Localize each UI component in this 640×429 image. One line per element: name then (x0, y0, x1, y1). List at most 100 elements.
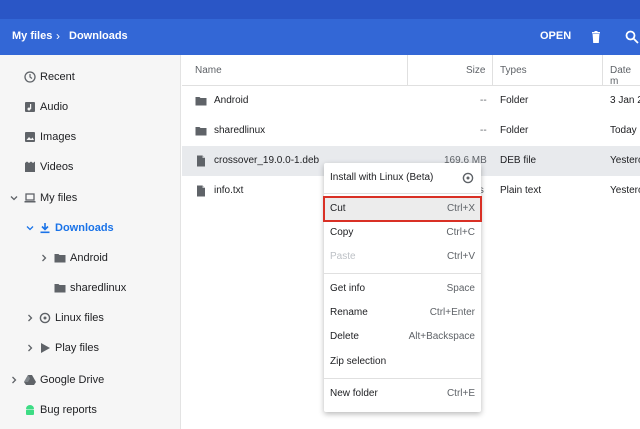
menu-item-cut[interactable]: Cut Ctrl+X (323, 196, 482, 222)
breadcrumb-separator: › (56, 29, 60, 43)
column-divider[interactable] (407, 55, 408, 86)
file-date: Yestero (610, 155, 640, 166)
file-name: info.txt (214, 185, 244, 196)
sidebar-item-label: Bug reports (40, 404, 97, 416)
audio-icon (25, 102, 35, 112)
column-header-name[interactable]: Name (195, 65, 222, 76)
chevron-down-icon[interactable] (25, 223, 35, 233)
file-date: Today 1 (610, 125, 640, 136)
chevron-right-icon[interactable] (25, 343, 35, 353)
column-divider[interactable] (492, 55, 493, 86)
menu-item-get-info[interactable]: Get info Space (324, 277, 481, 301)
menu-item-label: Rename (330, 307, 368, 318)
folder-icon (195, 97, 207, 106)
column-header-size[interactable]: Size (466, 65, 485, 76)
menu-item-rename[interactable]: Rename Ctrl+Enter (324, 301, 481, 325)
menu-item-zip-selection[interactable]: Zip selection (324, 350, 481, 374)
sidebar-item-recent[interactable]: Recent (0, 62, 181, 92)
menu-item-label: Zip selection (330, 356, 387, 367)
clock-icon (24, 71, 36, 83)
file-type: Plain text (500, 185, 542, 196)
column-divider[interactable] (602, 55, 603, 86)
sidebar-item-linux-files[interactable]: Linux files (0, 303, 181, 333)
sidebar-item-label: My files (40, 192, 78, 204)
chevron-right-icon[interactable] (25, 313, 35, 323)
sidebar-item-images[interactable]: Images (0, 122, 181, 152)
file-icon (197, 155, 205, 167)
sidebar-item-label: Images (40, 131, 77, 143)
column-header-date[interactable]: Date m (610, 65, 640, 87)
menu-item-label: New folder (330, 388, 378, 399)
sidebar-item-downloads[interactable]: Downloads (0, 213, 181, 243)
menu-divider (324, 193, 481, 194)
sidebar-item-audio[interactable]: Audio (0, 92, 181, 122)
menu-divider (324, 273, 481, 274)
drive-icon (24, 375, 36, 385)
menu-item-delete[interactable]: Delete Alt+Backspace (324, 325, 481, 349)
breadcrumb-downloads[interactable]: Downloads (69, 30, 128, 42)
menu-item-copy[interactable]: Copy Ctrl+C (324, 221, 481, 245)
chevron-right-icon[interactable] (9, 375, 19, 385)
sidebar-item-label: Play files (55, 342, 100, 354)
sidebar-item-android[interactable]: Android (0, 243, 181, 273)
linux-icon (39, 312, 51, 324)
sidebar-item-play-files[interactable]: Play files (0, 333, 181, 363)
menu-item-shortcut: Space (446, 283, 475, 294)
file-name: crossover_19.0.0-1.deb (214, 155, 320, 166)
chevron-down-icon[interactable] (9, 193, 19, 203)
file-size: -- (480, 125, 487, 136)
sidebar: Recent Audio Images Videos My files Down… (0, 55, 181, 429)
sidebar-item-label: Android (70, 252, 108, 264)
column-header-type[interactable]: Types (500, 65, 527, 76)
file-type: DEB file (500, 155, 537, 166)
menu-item-shortcut: Ctrl+X (446, 203, 475, 214)
menu-item-label: Copy (330, 227, 354, 238)
menu-item-new-folder[interactable]: New folder Ctrl+E (324, 382, 481, 406)
sidebar-item-label: Linux files (55, 312, 104, 324)
sidebar-item-sharedlinux[interactable]: sharedlinux (0, 273, 181, 303)
table-row[interactable]: sharedlinux -- Folder Today 1 (182, 116, 640, 146)
laptop-icon (24, 193, 36, 203)
sidebar-item-bug-reports[interactable]: Bug reports (0, 395, 181, 425)
search-icon[interactable] (625, 30, 639, 44)
breadcrumb-my-files[interactable]: My files (12, 30, 52, 42)
window-top-strip (0, 0, 640, 19)
sidebar-item-label: sharedlinux (70, 282, 127, 294)
file-date: 3 Jan 2 (610, 95, 640, 106)
sidebar-item-label: Videos (40, 161, 74, 173)
chevron-right-icon[interactable] (39, 253, 49, 263)
table-row[interactable]: Android -- Folder 3 Jan 2 (182, 86, 640, 116)
file-name: Android (214, 95, 249, 106)
open-button[interactable]: OPEN (540, 30, 571, 42)
folder-icon (195, 127, 207, 136)
menu-item-label: Delete (330, 331, 359, 342)
file-type: Folder (500, 125, 529, 136)
menu-item-shortcut: Ctrl+E (446, 388, 475, 399)
play-icon (41, 343, 50, 353)
download-icon (40, 223, 50, 234)
linux-icon (462, 172, 474, 184)
file-date: Yestero (610, 185, 640, 196)
menu-item-shortcut: Ctrl+V (446, 251, 475, 262)
image-icon (25, 132, 35, 142)
app-bar: My files › Downloads OPEN (0, 19, 640, 55)
sidebar-item-label: Downloads (55, 222, 114, 234)
table-header: Name Size Types Date m (182, 55, 640, 87)
folder-icon (54, 254, 66, 263)
sidebar-item-videos[interactable]: Videos (0, 152, 181, 182)
folder-icon (54, 284, 66, 293)
menu-item-shortcut: Ctrl+Enter (429, 307, 475, 318)
menu-item-paste[interactable]: Paste Ctrl+V (324, 245, 481, 269)
sidebar-item-google-drive[interactable]: Google Drive (0, 365, 181, 395)
menu-item-shortcut: Alt+Backspace (408, 331, 475, 342)
menu-item-shortcut: Ctrl+C (446, 227, 475, 238)
sidebar-item-my-files[interactable]: My files (0, 183, 181, 213)
sidebar-item-label: Google Drive (40, 374, 105, 386)
context-menu: Install with Linux (Beta) Cut Ctrl+X Cop… (323, 163, 482, 412)
file-name: sharedlinux (214, 125, 266, 136)
menu-item-install-linux[interactable]: Install with Linux (Beta) (324, 166, 481, 190)
android-icon (26, 405, 34, 415)
trash-icon[interactable] (590, 31, 602, 43)
file-type: Folder (500, 95, 529, 106)
file-size: -- (480, 95, 487, 106)
